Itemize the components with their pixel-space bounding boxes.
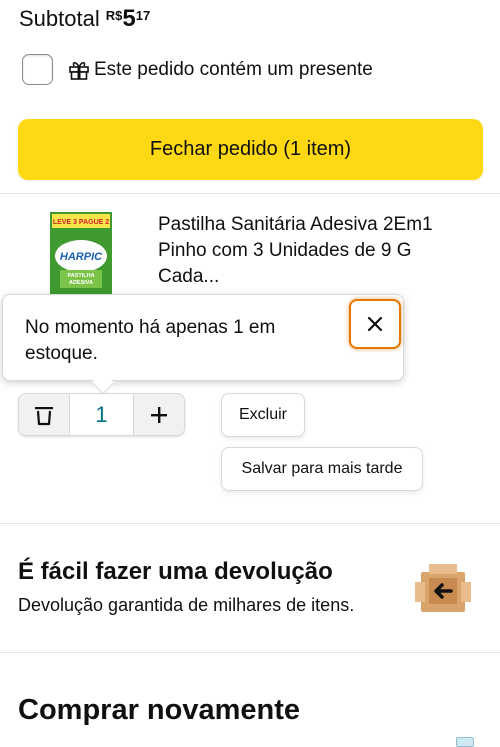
divider <box>0 523 500 524</box>
subtotal-cents: 17 <box>135 8 151 23</box>
increase-quantity-button[interactable] <box>134 394 184 435</box>
returns-title: É fácil fazer uma devolução <box>18 558 333 585</box>
buy-again-title: Comprar novamente <box>18 694 301 726</box>
delete-button[interactable]: Excluir <box>221 393 305 437</box>
gift-icon <box>69 61 89 80</box>
gift-label: Este pedido contém um presente <box>94 58 373 80</box>
tooltip-arrow <box>91 371 115 395</box>
stock-message-line: No momento há apenas 1 em <box>25 317 276 338</box>
product-box-sub1: PASTILHA <box>67 273 94 279</box>
product-box-sub2: ADESIVA <box>69 280 93 286</box>
product-title[interactable]: Pastilha Sanitária Adesiva 2Em1 Pinho co… <box>158 212 488 290</box>
product-title-line: Pinho com 3 Unidades de 9 G <box>158 240 412 261</box>
checkout-button[interactable]: Fechar pedido (1 item) <box>18 119 483 180</box>
stock-tooltip: No momento há apenas 1 em estoque. <box>2 294 404 395</box>
subtotal-currency: R$ <box>105 8 123 23</box>
subtotal: Subtotal R$ 5 17 <box>19 4 150 33</box>
gift-checkbox[interactable] <box>22 54 53 85</box>
product-thumbnail-icon <box>456 737 474 747</box>
divider <box>0 193 500 194</box>
save-for-later-button[interactable]: Salvar para mais tarde <box>221 447 423 491</box>
plus-icon <box>151 406 167 423</box>
stock-message-line: estoque. <box>25 343 98 364</box>
close-icon <box>367 316 383 332</box>
stock-message: No momento há apenas 1 em estoque. <box>25 315 325 367</box>
product-box-brand: HARPIC <box>60 251 103 263</box>
subtotal-label: Subtotal <box>19 6 100 31</box>
product-title-line: Cada... <box>158 266 220 287</box>
delete-quantity-button[interactable] <box>19 394 69 435</box>
returns-subtitle: Devolução garantida de milhares de itens… <box>18 595 355 615</box>
tooltip-close-button[interactable] <box>349 299 401 349</box>
trash-icon <box>35 406 53 425</box>
product-title-line: Pastilha Sanitária Adesiva 2Em1 <box>158 214 433 235</box>
subtotal-whole: 5 <box>122 5 136 32</box>
product-image[interactable]: LEVE 3 PAGUE 2 HARPIC PASTILHA ADESIVA <box>50 212 112 296</box>
divider <box>0 652 500 653</box>
quantity-stepper[interactable]: 1 <box>18 393 185 436</box>
return-box-icon <box>415 564 471 612</box>
gift-option[interactable]: Este pedido contém um presente <box>22 54 373 85</box>
quantity-value: 1 <box>69 394 134 435</box>
product-box-promo: LEVE 3 PAGUE 2 <box>53 219 109 226</box>
